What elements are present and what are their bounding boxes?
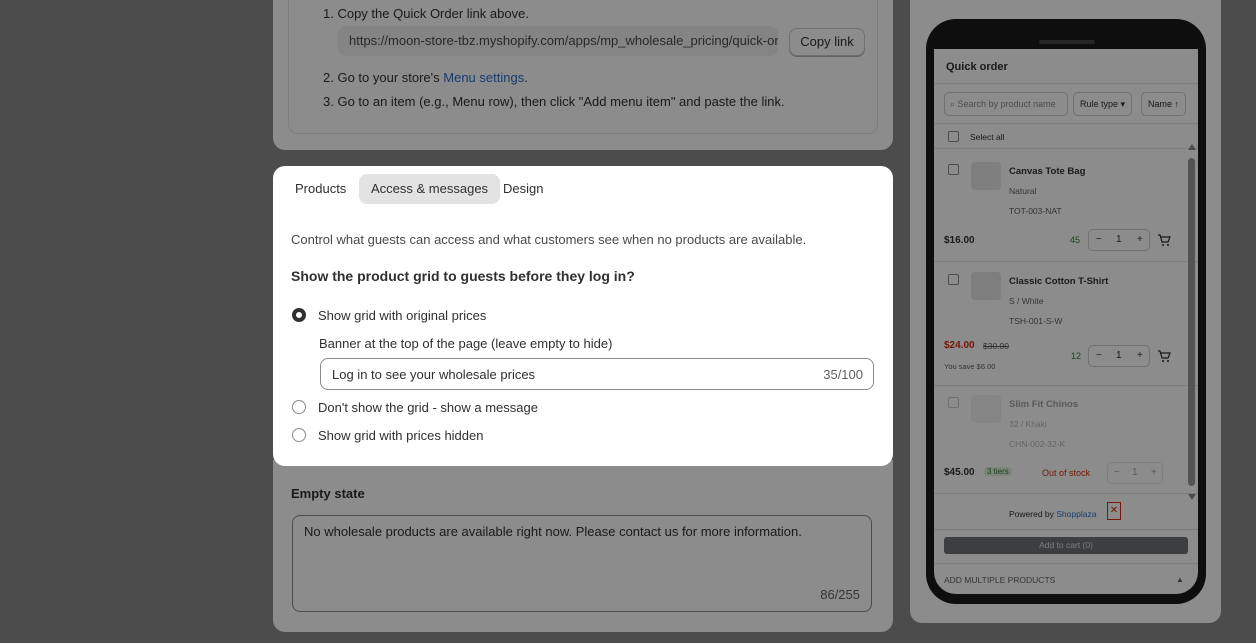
add-to-cart-icon[interactable] (1157, 349, 1171, 363)
product-variant: 32 / Khaki (1009, 419, 1047, 429)
phone-notch (1039, 40, 1095, 44)
radio-button[interactable] (292, 428, 306, 442)
radio-button-selected[interactable] (292, 308, 306, 322)
preview-card: Quick order ⌕ Search by product name Rul… (910, 0, 1221, 623)
radio-label: Don't show the grid - show a message (318, 400, 538, 415)
quantity-stepper[interactable]: − 1 + (1088, 345, 1150, 367)
powered-by: Powered by Shopplaza (1009, 509, 1096, 519)
empty-state-text: No wholesale products are available righ… (304, 524, 802, 539)
decrement-button[interactable]: − (1096, 350, 1102, 361)
you-save-label: You save $6.00 (944, 362, 996, 371)
install-card: 1. Copy the Quick Order link above. http… (273, 0, 893, 150)
product-name: Canvas Tote Bag (1009, 166, 1086, 177)
menu-settings-link[interactable]: Menu settings (443, 70, 524, 85)
quantity-value: 1 (1116, 350, 1122, 361)
divider (934, 123, 1198, 124)
product-thumbnail (971, 272, 1001, 300)
rule-type-select[interactable]: Rule type ▾ (1073, 92, 1133, 116)
install-step-2-prefix: 2. Go to your store's (323, 70, 444, 85)
scroll-up-arrow-icon[interactable] (1188, 144, 1196, 150)
quantity-value: 1 (1132, 467, 1138, 478)
install-step-2-suffix: . (524, 70, 528, 85)
product-sku: CHN-002-32-K (1009, 439, 1066, 449)
product-checkbox[interactable] (948, 274, 959, 285)
shopplaza-link[interactable]: Shopplaza (1056, 509, 1096, 519)
install-step-2: 2. Go to your store's Menu settings. (323, 70, 528, 85)
install-steps-box: 1. Copy the Quick Order link above. http… (288, 0, 878, 134)
divider (934, 148, 1198, 149)
banner-char-count: 35/100 (823, 367, 863, 382)
empty-state-textarea[interactable]: No wholesale products are available righ… (292, 515, 872, 612)
add-to-cart-icon[interactable] (1157, 233, 1171, 247)
empty-state-char-count: 86/255 (820, 587, 860, 602)
install-step-1: 1. Copy the Quick Order link above. (323, 6, 529, 21)
banner-input-value: Log in to see your wholesale prices (332, 367, 536, 382)
access-intro-text: Control what guests can access and what … (291, 232, 807, 247)
product-variant: S / White (1009, 296, 1044, 306)
close-icon[interactable]: ✕ (1107, 502, 1121, 520)
quantity-stepper: − 1 + (1107, 462, 1163, 484)
empty-state-card: Empty state No wholesale products are av… (273, 460, 893, 632)
tab-products[interactable]: Products (283, 174, 358, 204)
quantity-value: 1 (1116, 234, 1122, 245)
divider (934, 563, 1198, 564)
select-all-label: Select all (970, 132, 1005, 142)
product-variant: Natural (1009, 186, 1037, 196)
divider (934, 493, 1198, 494)
tab-access-messages[interactable]: Access & messages (359, 174, 501, 204)
stock-count: 12 (1071, 351, 1082, 361)
product-thumbnail (971, 395, 1001, 423)
product-name: Slim Fit Chinos (1009, 399, 1079, 410)
banner-label: Banner at the top of the page (leave emp… (319, 336, 613, 351)
product-compare-price: $30.00 (983, 341, 1009, 351)
scroll-down-arrow-icon[interactable] (1188, 494, 1196, 500)
quick-order-title: Quick order (946, 61, 1008, 73)
radio-button[interactable] (292, 400, 306, 414)
access-messages-card: Products Access & messages Design Contro… (273, 166, 893, 466)
quick-order-url-field[interactable]: https://moon-store-tbz.myshopify.com/app… (338, 26, 778, 56)
install-step-3: 3. Go to an item (e.g., Menu row), then … (323, 94, 785, 109)
divider (934, 529, 1198, 530)
product-price: $16.00 (944, 235, 975, 246)
radio-label: Show grid with original prices (318, 308, 487, 323)
product-name: Classic Cotton T-Shirt (1009, 276, 1109, 287)
product-sale-price: $24.00 (944, 340, 975, 351)
product-sku: TSH-001-S-W (1009, 316, 1063, 326)
tiers-badge: 3 tiers (984, 467, 1012, 476)
increment-button[interactable]: + (1137, 234, 1143, 245)
phone-frame: Quick order ⌕ Search by product name Rul… (926, 19, 1206, 604)
divider (934, 385, 1198, 386)
product-price: $45.00 (944, 467, 975, 478)
powered-by-text: Powered by (1009, 509, 1054, 519)
divider (934, 261, 1198, 262)
scrollbar[interactable] (1188, 144, 1196, 500)
tab-design[interactable]: Design (491, 174, 555, 204)
product-thumbnail (971, 162, 1001, 190)
phone-screen: Quick order ⌕ Search by product name Rul… (934, 49, 1198, 594)
add-to-cart-button[interactable]: Add to cart (0) (944, 537, 1188, 554)
guest-grid-question: Show the product grid to guests before t… (291, 268, 635, 284)
increment-button: + (1151, 467, 1157, 478)
select-all-checkbox[interactable] (948, 131, 959, 142)
divider (934, 83, 1198, 84)
decrement-button[interactable]: − (1096, 234, 1102, 245)
add-multiple-products-toggle[interactable]: ADD MULTIPLE PRODUCTS (944, 575, 1055, 585)
banner-text-input[interactable]: Log in to see your wholesale prices 35/1… (320, 358, 874, 390)
copy-link-button[interactable]: Copy link (789, 28, 865, 56)
product-checkbox (948, 397, 959, 408)
stock-count: 45 (1070, 235, 1081, 245)
increment-button[interactable]: + (1137, 350, 1143, 361)
decrement-button: − (1114, 467, 1120, 478)
sort-select[interactable]: Name ↑ (1141, 92, 1187, 116)
chevron-up-icon[interactable]: ▲ (1176, 575, 1184, 584)
empty-state-title: Empty state (291, 486, 365, 501)
search-input[interactable]: ⌕ Search by product name (944, 92, 1068, 116)
radio-label: Show grid with prices hidden (318, 428, 484, 443)
product-checkbox[interactable] (948, 164, 959, 175)
product-sku: TOT-003-NAT (1009, 206, 1062, 216)
out-of-stock-label: Out of stock (1042, 468, 1091, 478)
quantity-stepper[interactable]: − 1 + (1088, 229, 1150, 251)
scrollbar-thumb[interactable] (1188, 158, 1195, 486)
